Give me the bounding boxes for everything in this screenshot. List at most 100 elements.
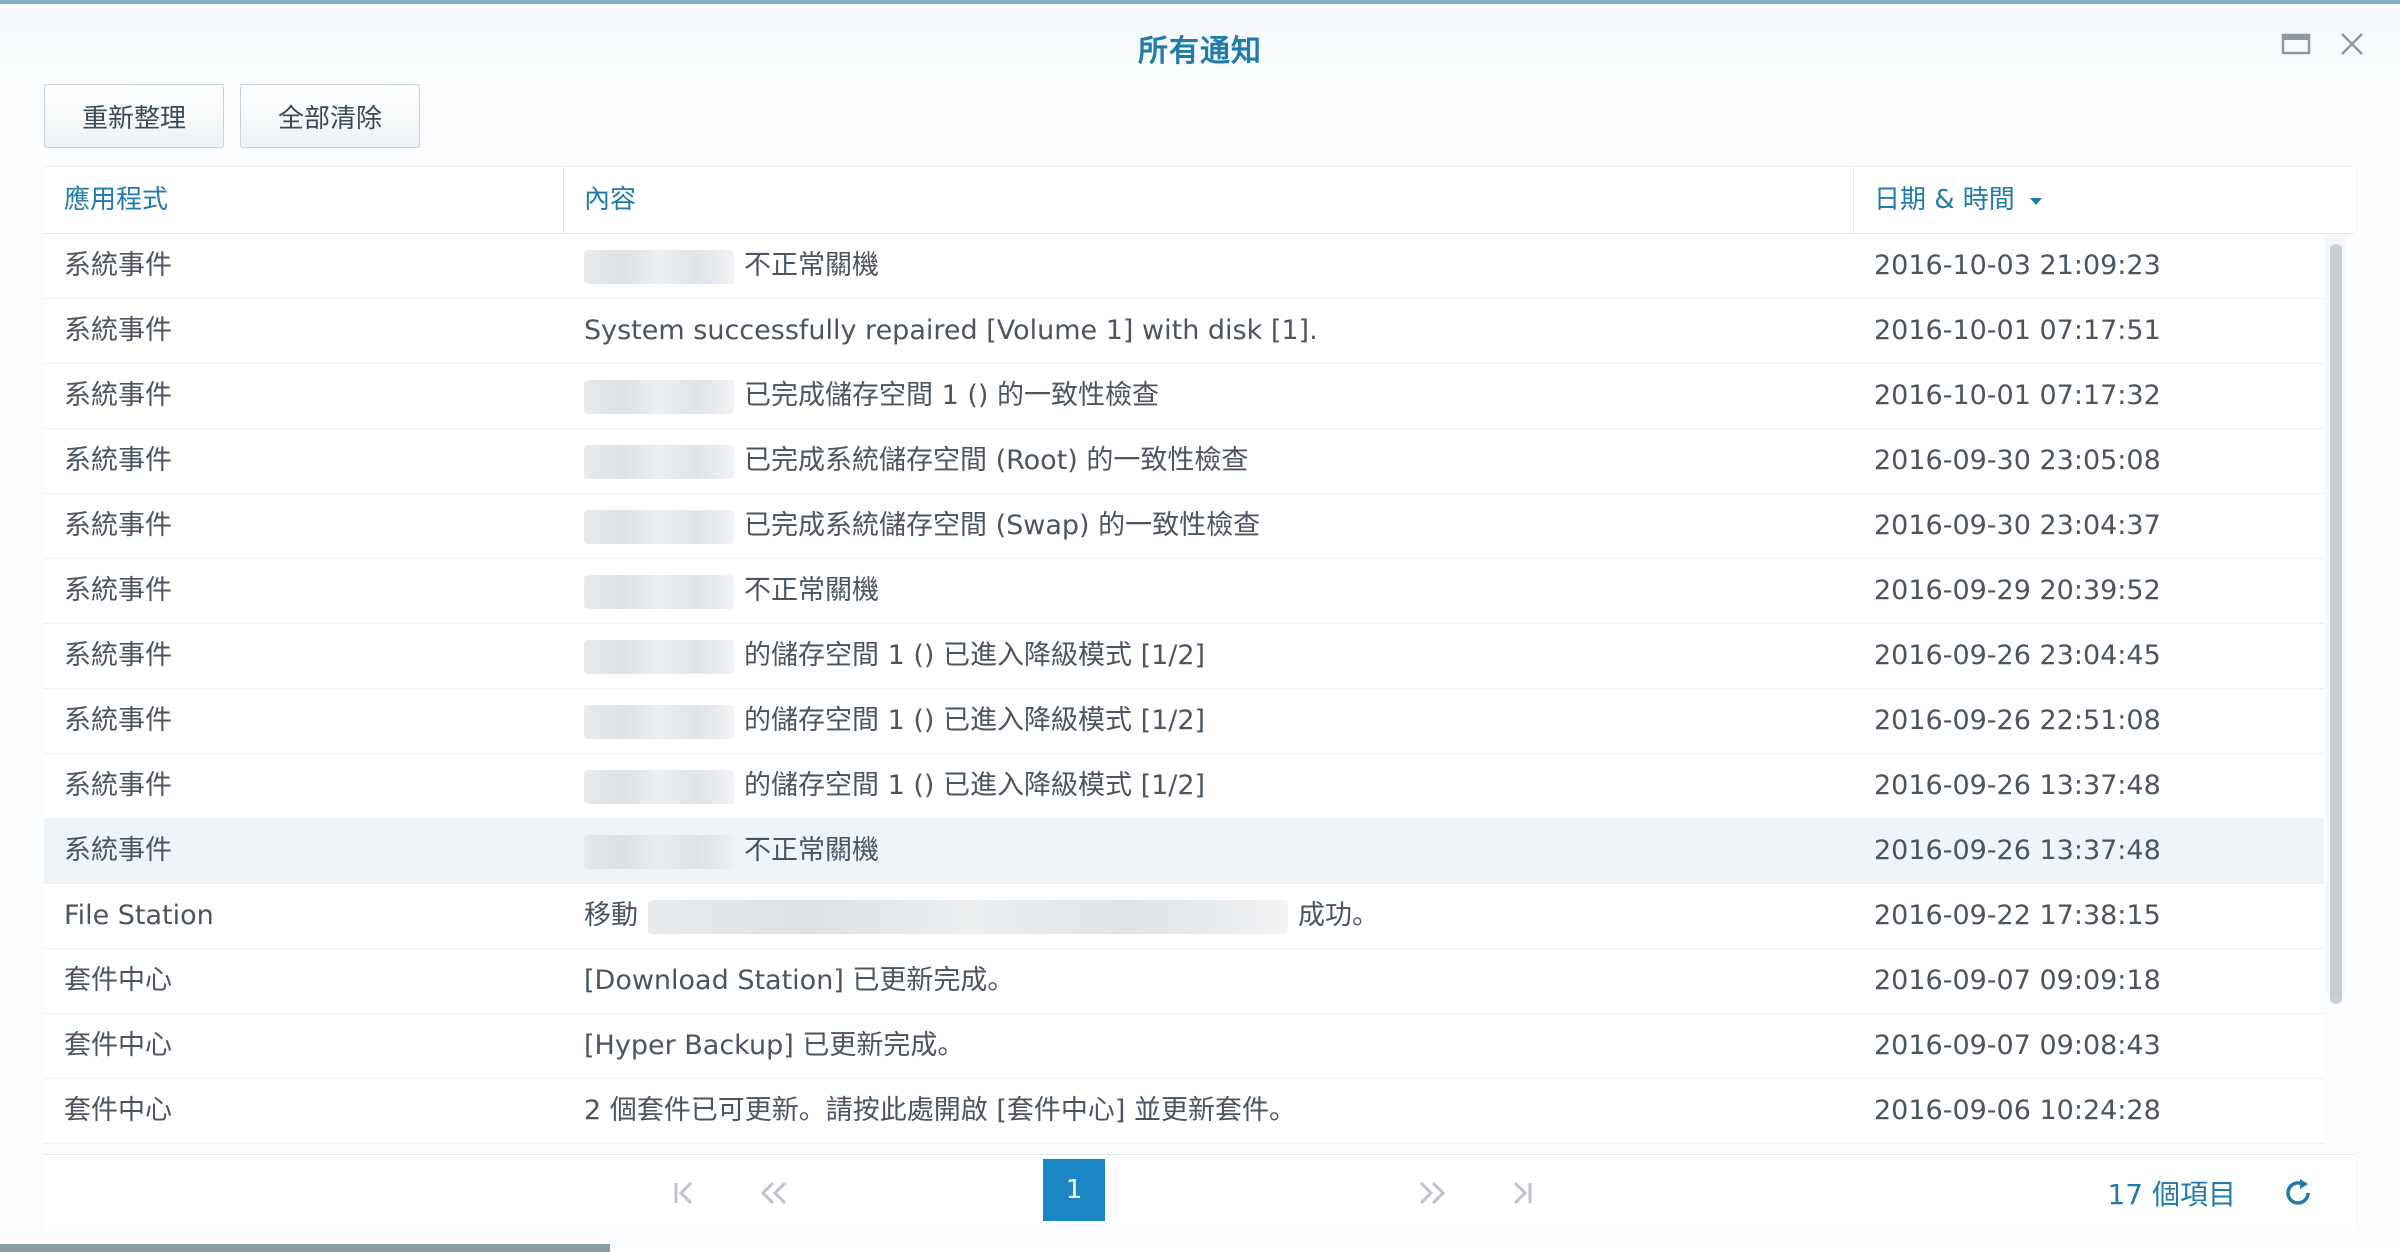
prev-page-icon	[760, 1181, 787, 1205]
content-text: System successfully repaired [Volume 1] …	[584, 315, 1318, 346]
pagination-bar: 1 17 個項目	[44, 1154, 2354, 1231]
cell-content: System successfully repaired [Volume 1] …	[564, 299, 1854, 363]
first-page-icon	[674, 1181, 693, 1205]
cell-datetime: 2016-09-30 23:04:37	[1874, 510, 2161, 541]
cell-content: 不正常關機	[564, 819, 1854, 883]
content-text: 不正常關機	[744, 835, 879, 866]
bottom-edge	[0, 1244, 610, 1252]
redacted-block	[584, 509, 734, 544]
content-text: 不正常關機	[744, 575, 879, 606]
cell-content: 的儲存空間 1 () 已進入降級模式 [1/2]	[564, 689, 1854, 753]
cell-content: 已完成系統儲存空間 (Swap) 的一致性檢查	[564, 494, 1854, 558]
clear-all-button[interactable]: 全部清除	[240, 84, 420, 148]
content-text: 的儲存空間 1 () 已進入降級模式 [1/2]	[744, 705, 1206, 736]
redacted-block	[584, 249, 734, 284]
cell-content: 已完成系統儲存空間 (Root) 的一致性檢查	[564, 429, 1854, 493]
maximize-icon	[2281, 33, 2311, 55]
cell-content: 的儲存空間 1 () 已進入降級模式 [1/2]	[564, 754, 1854, 818]
cell-datetime: 2016-10-03 21:09:23	[1874, 250, 2161, 281]
close-icon	[2341, 33, 2363, 55]
scrollbar-thumb[interactable]	[2330, 244, 2342, 1004]
vertical-scrollbar[interactable]	[2327, 234, 2345, 1004]
cell-datetime: 2016-09-07 09:09:18	[1874, 965, 2161, 996]
redacted-block	[648, 899, 1288, 934]
table-row[interactable]: 套件中心 2 個套件已可更新。請按此處開啟 [套件中心] 並更新套件。 2016-0…	[44, 1079, 2324, 1144]
cell-app: 系統事件	[64, 445, 172, 476]
content-text: 已完成系統儲存空間 (Swap) 的一致性檢查	[744, 510, 1261, 541]
table-row[interactable]: File Station 移動 成功。 2016-09-22 17:38:15	[44, 884, 2324, 949]
cell-datetime: 2016-09-26 13:37:48	[1874, 770, 2161, 801]
table-row[interactable]: 系統事件 已完成系統儲存空間 (Swap) 的一致性檢查 2016-09-30 23…	[44, 494, 2324, 559]
cell-datetime: 2016-10-01 07:17:51	[1874, 315, 2161, 346]
cell-datetime: 2016-09-07 09:08:43	[1874, 1030, 2161, 1061]
first-page-button[interactable]	[654, 1163, 714, 1223]
table-row[interactable]: 套件中心 [Hyper Backup] 已更新完成。 2016-09-07 09:0…	[44, 1014, 2324, 1079]
table-row[interactable]: 系統事件 System successfully repaired [Volume…	[44, 299, 2324, 364]
cell-app: 系統事件	[64, 835, 172, 866]
table-row[interactable]: 系統事件 不正常關機 2016-09-26 13:37:48	[44, 819, 2324, 884]
cell-content: [Download Station] 已更新完成。	[564, 949, 1854, 1013]
redacted-block	[584, 444, 734, 479]
table-row[interactable]: 系統事件 不正常關機 2016-10-03 21:09:23	[44, 234, 2324, 299]
content-text: [Hyper Backup] 已更新完成。	[584, 1030, 965, 1061]
cell-app: 系統事件	[64, 380, 172, 411]
page-button-current[interactable]: 1	[1043, 1159, 1105, 1221]
last-page-button[interactable]	[1492, 1163, 1552, 1223]
content-text: 2 個套件已可更新。請按此處開啟 [套件中心] 並更新套件。	[584, 1095, 1296, 1126]
last-page-icon	[1513, 1181, 1532, 1205]
cell-app: 套件中心	[64, 1030, 172, 1061]
cell-datetime: 2016-09-26 22:51:08	[1874, 705, 2161, 736]
cell-content: 不正常關機	[564, 234, 1854, 298]
cell-app: 系統事件	[64, 770, 172, 801]
redacted-block	[584, 834, 734, 869]
maximize-button[interactable]	[2274, 22, 2318, 66]
cell-datetime: 2016-09-26 23:04:45	[1874, 640, 2161, 671]
next-page-button[interactable]	[1402, 1163, 1462, 1223]
prev-page-button[interactable]	[744, 1163, 804, 1223]
cell-app: 系統事件	[64, 705, 172, 736]
redacted-block	[584, 639, 734, 674]
table-row[interactable]: 系統事件 的儲存空間 1 () 已進入降級模式 [1/2] 2016-09-26 1…	[44, 754, 2324, 819]
column-header-content[interactable]: 內容	[564, 167, 1854, 233]
redacted-block	[584, 379, 734, 414]
content-prefix: 移動	[584, 900, 638, 931]
cell-datetime: 2016-09-22 17:38:15	[1874, 900, 2161, 931]
table-row[interactable]: 系統事件 已完成儲存空間 1 () 的一致性檢查 2016-10-01 07:17:…	[44, 364, 2324, 429]
cell-app: 系統事件	[64, 575, 172, 606]
cell-content: [Hyper Backup] 已更新完成。	[564, 1014, 1854, 1078]
table-row[interactable]: 系統事件 已完成系統儲存空間 (Root) 的一致性檢查 2016-09-30 23…	[44, 429, 2324, 494]
notifications-grid: 應用程式 內容 日期 & 時間 系統事件 不正常關機 2016-10-03 21:0…	[44, 166, 2354, 1166]
cell-app: 套件中心	[64, 1095, 172, 1126]
cell-content: 已完成儲存空間 1 () 的一致性檢查	[564, 364, 1854, 428]
cell-app: 系統事件	[64, 315, 172, 346]
redacted-block	[584, 574, 734, 609]
cell-content: 的儲存空間 1 () 已進入降級模式 [1/2]	[564, 624, 1854, 688]
content-text: [Download Station] 已更新完成。	[584, 965, 1015, 996]
column-header-app[interactable]: 應用程式	[44, 167, 564, 233]
content-text: 成功。	[1298, 900, 1379, 931]
notifications-window: 所有通知 重新整理 全部清除 應用程式 內容 日期 & 時間 系統事件 不正常關機…	[0, 0, 2400, 1252]
cell-app: 系統事件	[64, 250, 172, 281]
cell-app: 系統事件	[64, 510, 172, 541]
table-row[interactable]: 系統事件 不正常關機 2016-09-29 20:39:52	[44, 559, 2324, 624]
item-count: 17 個項目	[2107, 1178, 2236, 1211]
cell-app: 套件中心	[64, 965, 172, 996]
cell-datetime: 2016-10-01 07:17:32	[1874, 380, 2161, 411]
content-text: 不正常關機	[744, 250, 879, 281]
refresh-icon	[2286, 1179, 2310, 1205]
column-header-datetime[interactable]: 日期 & 時間	[1854, 167, 2354, 233]
cell-datetime: 2016-09-26 13:37:48	[1874, 835, 2161, 866]
pager-refresh-button[interactable]	[2272, 1167, 2324, 1219]
grid-header: 應用程式 內容 日期 & 時間	[44, 166, 2354, 234]
refresh-button[interactable]: 重新整理	[44, 84, 224, 148]
content-text: 的儲存空間 1 () 已進入降級模式 [1/2]	[744, 640, 1206, 671]
table-row[interactable]: 系統事件 的儲存空間 1 () 已進入降級模式 [1/2] 2016-09-26 2…	[44, 624, 2324, 689]
cell-content: 2 個套件已可更新。請按此處開啟 [套件中心] 並更新套件。	[564, 1079, 1854, 1143]
close-button[interactable]	[2330, 22, 2374, 66]
table-row[interactable]: 系統事件 的儲存空間 1 () 已進入降級模式 [1/2] 2016-09-26 2…	[44, 689, 2324, 754]
next-page-icon	[1419, 1181, 1446, 1205]
title-bar: 所有通知	[0, 8, 2400, 80]
cell-datetime: 2016-09-29 20:39:52	[1874, 575, 2161, 606]
table-row[interactable]: 套件中心 [Download Station] 已更新完成。 2016-09-07 …	[44, 949, 2324, 1014]
content-text: 已完成儲存空間 1 () 的一致性檢查	[744, 380, 1159, 411]
